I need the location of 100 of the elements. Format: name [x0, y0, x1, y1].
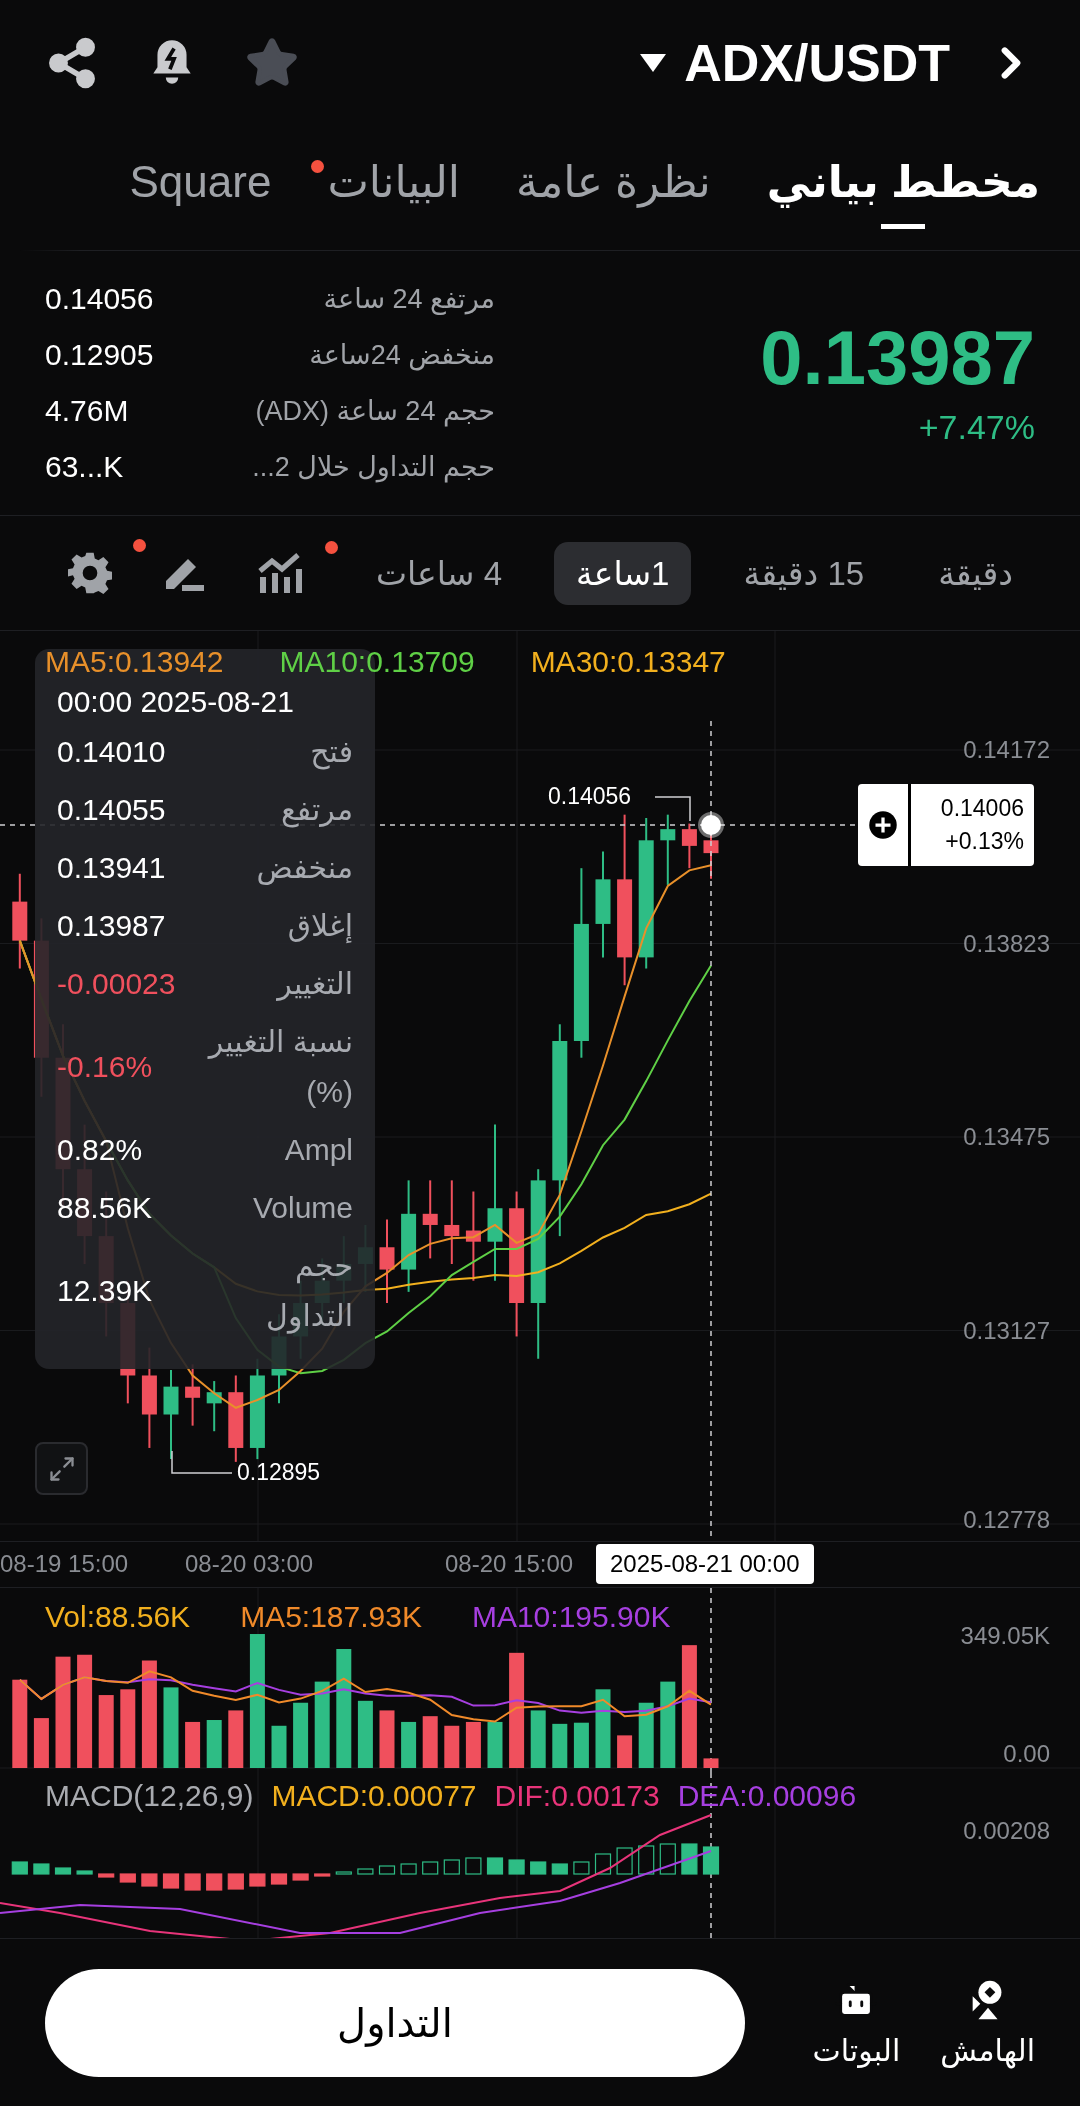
- price-axis-label: 0.12778: [963, 1506, 1050, 1534]
- price-change: +7.47%: [918, 407, 1035, 447]
- last-price: 0.13987: [760, 319, 1035, 396]
- volume-bar: [465, 1721, 481, 1768]
- tooltip-label: فتح: [310, 734, 353, 772]
- macd-bar: [594, 1853, 612, 1875]
- stat-value: 63...K: [45, 450, 125, 484]
- macd-bar: [76, 1870, 93, 1875]
- tooltip-label: Ampl: [284, 1132, 353, 1168]
- tooltip-label: التغيير: [277, 966, 353, 1003]
- settings-button[interactable]: [67, 551, 112, 595]
- volume-bar: [530, 1710, 546, 1768]
- macd-bar: [11, 1861, 28, 1875]
- tooltip-value: 0.14055: [57, 793, 166, 827]
- volume-bar: [185, 1721, 201, 1768]
- stat-label: حجم 24 ساعة (ADX): [254, 395, 495, 427]
- volume-bar: [228, 1710, 244, 1768]
- section-tab[interactable]: Square: [129, 146, 272, 229]
- interval-tab[interactable]: دقيقة: [916, 541, 1035, 605]
- stat-label: حجم التداول خلال 2...: [251, 451, 495, 483]
- time-axis-label: 08-20 15:00: [445, 1550, 574, 1578]
- stat-label: مرتفع 24 ساعة: [322, 283, 495, 315]
- macd-bar: [616, 1847, 633, 1875]
- macd-bar: [227, 1873, 244, 1890]
- price-axis-label: 0.13127: [963, 1316, 1050, 1345]
- time-axis-label: 08-20 03:00: [185, 1550, 314, 1578]
- macd-bar: [206, 1873, 223, 1891]
- macd-bar: [249, 1873, 266, 1887]
- interval-tab[interactable]: 15 دقيقة: [721, 541, 887, 605]
- macd-value: DEA:0.00096: [677, 1779, 857, 1813]
- stat-label: منخفض 24ساعة: [308, 339, 495, 371]
- macd-bar: [486, 1857, 504, 1875]
- tooltip-label: حجم التداول: [265, 1248, 353, 1336]
- interval-tab[interactable]: 1ساعة: [554, 541, 692, 605]
- section-tab[interactable]: نظرة عامة: [516, 146, 711, 229]
- macd-bar: [443, 1859, 460, 1875]
- cursor-time-label: 2025-08-21 00:00: [596, 1544, 814, 1584]
- volume-bar: [638, 1702, 654, 1768]
- tooltip-value: 12.39K: [57, 1274, 153, 1308]
- price-axis-label: 0.13475: [963, 1123, 1050, 1151]
- macd-value: MACD(12,26,9): [45, 1779, 254, 1813]
- volume-bar: [357, 1700, 373, 1768]
- macd-bar: [465, 1857, 482, 1875]
- volume-bar: [293, 1702, 309, 1768]
- macd-bar: [659, 1843, 676, 1875]
- macd-bar: [270, 1873, 288, 1885]
- price-tag[interactable]: 0.14006 +0.13%: [858, 784, 1034, 866]
- ma-value: MA10:0.13709: [279, 645, 475, 679]
- volume-axis-label: 0.00: [1003, 1740, 1050, 1768]
- plus-circle-icon: [868, 810, 898, 840]
- bots-button[interactable]: البوتات: [812, 1977, 901, 2068]
- stat-value: 0.12905: [45, 338, 155, 372]
- volume-bar: [379, 1710, 395, 1768]
- macd-bar: [422, 1861, 439, 1875]
- high-price-label: 0.14056: [548, 783, 632, 810]
- caret-icon: [640, 53, 667, 72]
- low-price-label: 0.12895: [237, 1459, 321, 1486]
- macd-bar: [551, 1863, 568, 1875]
- pair-title[interactable]: ADX/USDT: [684, 32, 950, 93]
- margin-button[interactable]: الهامش: [940, 1977, 1035, 2068]
- tooltip-label: Volume: [252, 1190, 353, 1226]
- macd-bar: [357, 1868, 374, 1875]
- trade-button[interactable]: التداول: [45, 1968, 745, 2077]
- tooltip-value: 0.13941: [57, 851, 166, 885]
- stat-value: 0.14056: [45, 282, 155, 316]
- tooltip-value: 0.13987: [57, 909, 166, 943]
- macd-bar: [141, 1873, 158, 1887]
- macd-bar: [314, 1873, 331, 1877]
- macd-bar: [378, 1865, 396, 1875]
- volume-value: MA5:187.93K: [240, 1600, 422, 1634]
- volume-bar: [422, 1716, 438, 1768]
- interval-tab[interactable]: 4 ساعات: [353, 541, 524, 605]
- volume-bar: [487, 1721, 503, 1768]
- macd-bar: [292, 1873, 309, 1881]
- volume-bar: [401, 1721, 417, 1768]
- candle: [206, 1380, 222, 1433]
- ma-value: MA5:0.13942: [45, 645, 224, 679]
- volume-bar: [573, 1722, 589, 1768]
- tooltip-label: منخفض: [256, 850, 353, 887]
- macd-bar: [162, 1873, 180, 1889]
- volume-bar: [33, 1718, 49, 1768]
- tooltip-label: إغلاق: [287, 908, 353, 945]
- macd-bar: [33, 1863, 50, 1875]
- cursor-dot: [698, 812, 724, 838]
- price-axis-label: 0.13823: [963, 929, 1050, 958]
- macd-bar: [54, 1867, 72, 1875]
- macd-bar: [98, 1873, 115, 1878]
- time-axis-label: 08-19 15:00: [0, 1550, 129, 1578]
- tooltip-label: نسبة التغيير (%): [206, 1024, 353, 1110]
- tooltip-time: 00:00 2025-08-21: [57, 685, 294, 719]
- volume-bar: [444, 1725, 460, 1768]
- section-tab[interactable]: البيانات: [327, 146, 461, 229]
- macd-value: MACD:0.00077: [271, 1779, 477, 1813]
- price-axis-label: 0.14172: [963, 736, 1050, 764]
- tooltip-label: مرتفع: [280, 792, 353, 830]
- tooltip-value: 88.56K: [57, 1191, 153, 1225]
- expand-button[interactable]: [35, 1442, 88, 1495]
- volume-bar: [206, 1720, 222, 1768]
- section-tab[interactable]: مخطط بياني: [766, 146, 1040, 229]
- tooltip-value: 0.82%: [57, 1133, 143, 1167]
